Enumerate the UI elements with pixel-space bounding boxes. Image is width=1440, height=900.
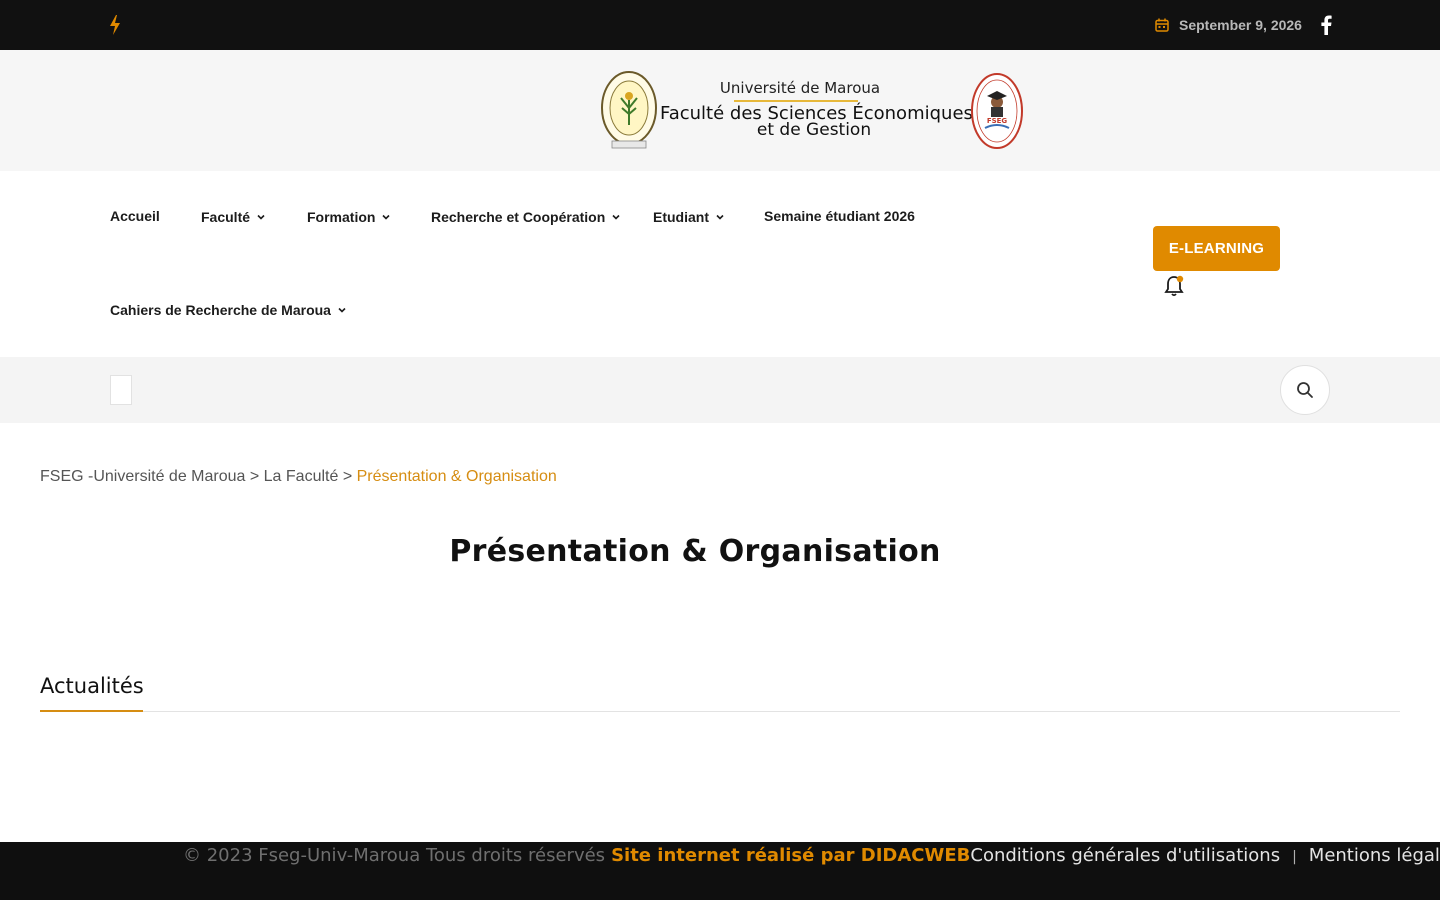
calendar-icon <box>1155 18 1169 32</box>
nav-item-label: Etudiant <box>653 209 709 225</box>
breadcrumb-parent[interactable]: La Faculté <box>264 468 339 485</box>
breadcrumb-separator: > <box>342 468 353 485</box>
footer-line: © 2023 Fseg-Univ-Maroua Tous droits rése… <box>183 845 1440 866</box>
top-bar-date: September 9, 2026 <box>1155 15 1302 35</box>
nav-item-etudiant[interactable]: Etudiant <box>653 209 725 225</box>
top-bar: September 9, 2026 <box>0 0 1440 50</box>
footer-credit-link[interactable]: Site internet réalisé par DIDACWEB <box>611 845 970 866</box>
bolt-icon <box>110 15 120 35</box>
search-band <box>0 357 1440 423</box>
nav-item-faculte[interactable]: Faculté <box>201 209 266 225</box>
nav-item-accueil[interactable]: Accueil <box>110 208 160 224</box>
chevron-down-icon <box>338 307 346 313</box>
logo-divider <box>734 100 858 102</box>
news-heading: Actualités <box>40 674 144 698</box>
nav-item-semaine-etudiant[interactable]: Semaine étudiant 2026 <box>764 208 915 224</box>
footer-copyright: © 2023 Fseg-Univ-Maroua Tous droits rése… <box>183 845 606 866</box>
chevron-down-icon <box>612 214 620 220</box>
notification-bell-icon[interactable] <box>1163 274 1185 298</box>
header-logo-band: Université de Maroua Faculté des Science… <box>0 50 1440 171</box>
faculty-seal-text: FSEG <box>987 117 1008 125</box>
elearning-button[interactable]: E-LEARNING <box>1153 226 1280 271</box>
nav-item-cahiers-recherche[interactable]: Cahiers de Recherche de Maroua <box>110 302 347 318</box>
breadcrumb: FSEG -Université de Maroua > La Faculté … <box>40 468 557 486</box>
university-name: Université de Maroua <box>719 79 881 97</box>
footer-legal-link[interactable]: Mentions légales <box>1309 845 1440 866</box>
footer-terms-link[interactable]: Conditions générales d'utilisations <box>970 845 1280 866</box>
nav-item-label: Formation <box>307 209 376 225</box>
main-navigation: Accueil Faculté Formation Recherche et C… <box>0 171 1440 357</box>
faculty-seal-icon: FSEG <box>971 73 1023 149</box>
site-logo[interactable]: Université de Maroua Faculté des Science… <box>600 70 1025 152</box>
nav-item-formation[interactable]: Formation <box>307 209 391 225</box>
page-title: Présentation & Organisation <box>449 534 941 569</box>
breadcrumb-separator: > <box>249 468 260 485</box>
footer-separator: | <box>1292 849 1297 865</box>
chevron-down-icon <box>257 214 265 220</box>
nav-item-recherche[interactable]: Recherche et Coopération <box>431 209 621 225</box>
nav-item-label: Recherche et Coopération <box>431 209 606 225</box>
breadcrumb-current: Présentation & Organisation <box>356 468 557 485</box>
current-date: September 9, 2026 <box>1179 17 1302 33</box>
nav-item-label: Semaine étudiant 2026 <box>764 208 915 224</box>
faculty-name-line2: et de Gestion <box>756 120 872 140</box>
nav-item-label: Faculté <box>201 209 251 225</box>
news-divider <box>40 711 1400 712</box>
search-icon <box>1297 382 1313 398</box>
chevron-down-icon <box>716 214 724 220</box>
nav-item-label: Cahiers de Recherche de Maroua <box>110 302 331 318</box>
chevron-down-icon <box>382 214 391 220</box>
footer: © 2023 Fseg-Univ-Maroua Tous droits rése… <box>0 842 1440 900</box>
facebook-icon[interactable] <box>1319 15 1333 35</box>
search-button[interactable] <box>1280 365 1330 415</box>
news-heading-underline <box>40 710 143 712</box>
breadcrumb-home[interactable]: FSEG -Université de Maroua <box>40 468 245 485</box>
menu-toggle-box[interactable] <box>110 375 132 405</box>
nav-item-label: Accueil <box>110 208 160 224</box>
